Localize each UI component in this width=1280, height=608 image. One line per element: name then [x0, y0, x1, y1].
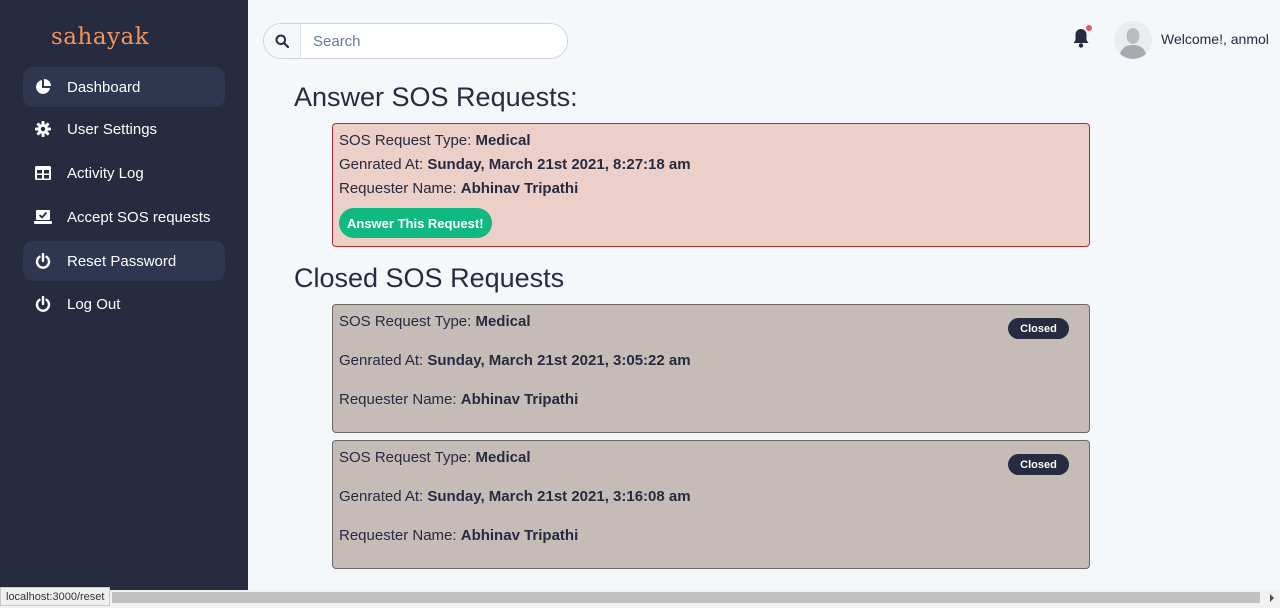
gear-icon — [34, 120, 52, 138]
request-type: SOS Request Type: Medical — [339, 449, 531, 466]
table-icon — [34, 164, 52, 182]
sidebar-item-label: Log Out — [67, 295, 121, 313]
answer-sos-title: Answer SOS Requests: — [294, 82, 578, 112]
sidebar: sahayak Dashboard User Settings Activity… — [0, 0, 248, 590]
requester-name: Requester Name: Abhinav Tripathi — [339, 391, 579, 408]
status-badge: Closed — [1008, 318, 1069, 339]
power-icon — [34, 295, 52, 313]
search-bar — [263, 23, 568, 59]
generated-at: Genrated At: Sunday, March 21st 2021, 8:… — [339, 156, 691, 173]
laptop-check-icon — [34, 208, 52, 226]
notification-bell-icon[interactable] — [1069, 25, 1093, 50]
request-type: SOS Request Type: Medical — [339, 313, 531, 330]
power-icon — [34, 252, 52, 270]
welcome-text: Welcome!, anmol — [1161, 31, 1269, 47]
status-badge: Closed — [1008, 454, 1069, 475]
closed-request-card: SOS Request Type: Medical Genrated At: S… — [332, 304, 1090, 433]
sidebar-item-label: Dashboard — [67, 78, 141, 96]
brand-logo[interactable]: sahayak — [51, 24, 149, 50]
closed-request-card: SOS Request Type: Medical Genrated At: S… — [332, 440, 1090, 569]
search-input[interactable] — [301, 24, 567, 58]
sidebar-item-accept-sos[interactable]: Accept SOS requests — [23, 197, 225, 237]
sidebar-item-log-out[interactable]: Log Out — [23, 284, 225, 324]
generated-at: Genrated At: Sunday, March 21st 2021, 3:… — [339, 352, 691, 369]
status-bar-url: localhost:3000/reset — [0, 587, 111, 606]
requester-name: Requester Name: Abhinav Tripathi — [339, 527, 579, 544]
sidebar-item-dashboard[interactable]: Dashboard — [23, 67, 225, 107]
sos-request-card: SOS Request Type: Medical Genrated At: S… — [332, 123, 1090, 247]
sidebar-item-label: Reset Password — [67, 252, 177, 270]
chart-pie-icon — [34, 78, 52, 96]
sidebar-item-label: Accept SOS requests — [67, 208, 211, 226]
scroll-right-arrow-icon[interactable] — [1270, 594, 1274, 602]
generated-at: Genrated At: Sunday, March 21st 2021, 3:… — [339, 488, 691, 505]
avatar[interactable] — [1114, 21, 1152, 59]
answer-request-button[interactable]: Answer This Request! — [339, 208, 492, 238]
sidebar-item-label: Activity Log — [67, 164, 144, 182]
sidebar-item-label: User Settings — [67, 120, 158, 138]
sidebar-item-reset-password[interactable]: Reset Password — [23, 241, 225, 281]
requester-name: Requester Name: Abhinav Tripathi — [339, 180, 579, 197]
sidebar-item-activity-log[interactable]: Activity Log — [23, 153, 225, 193]
horizontal-scrollbar-thumb[interactable] — [112, 592, 1260, 603]
sidebar-item-user-settings[interactable]: User Settings — [23, 109, 225, 149]
search-icon[interactable] — [264, 24, 301, 58]
request-type: SOS Request Type: Medical — [339, 132, 531, 149]
notification-dot — [1086, 25, 1092, 31]
closed-sos-title: Closed SOS Requests — [294, 263, 565, 293]
